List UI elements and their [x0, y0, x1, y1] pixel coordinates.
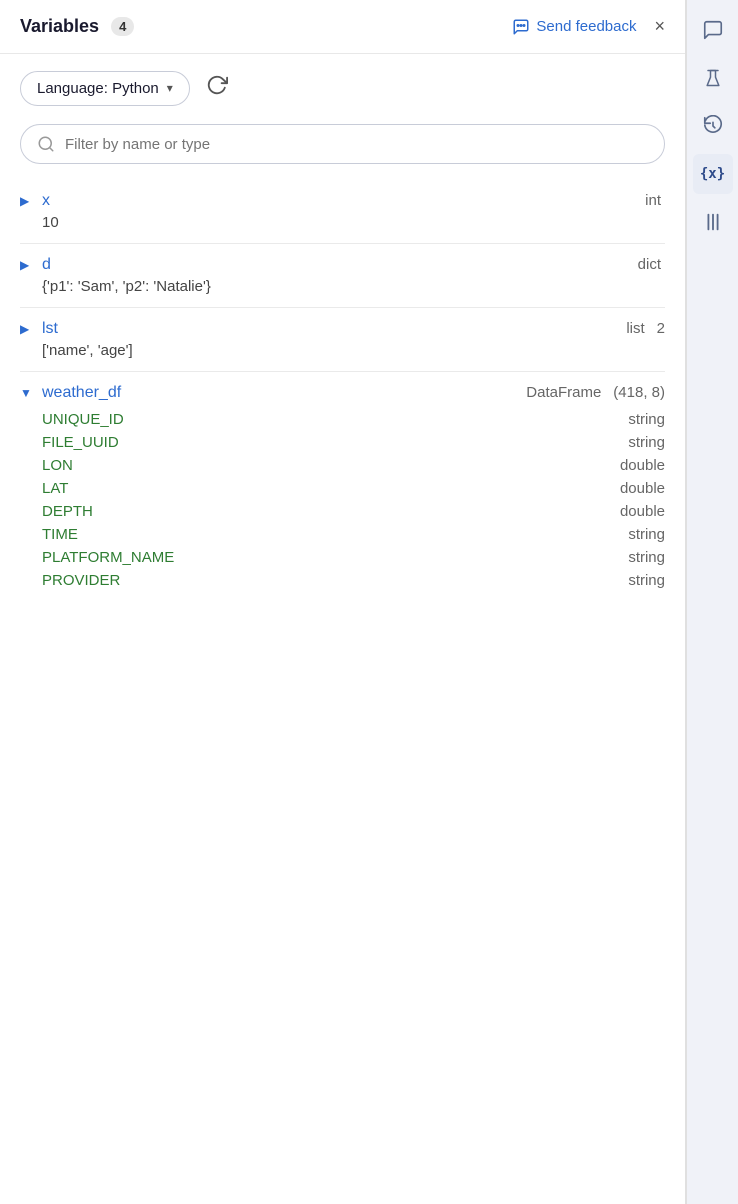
df-col-row-file-uuid: FILE_UUID string [42, 431, 665, 454]
variable-header-lst: ▶ lst list 2 [20, 310, 665, 340]
refresh-icon [206, 74, 228, 96]
header: Variables 4 Send feedback × [0, 0, 685, 54]
search-icon [37, 135, 55, 153]
send-feedback-button[interactable]: Send feedback [512, 18, 636, 36]
df-columns: UNIQUE_ID string FILE_UUID string LON do… [20, 404, 665, 600]
df-col-name-platform-name: PLATFORM_NAME [42, 549, 174, 566]
close-button[interactable]: × [654, 16, 665, 37]
expand-icon-weather-df[interactable]: ▼ [20, 386, 34, 400]
df-col-name-lat: LAT [42, 480, 68, 497]
df-col-name-lon: LON [42, 457, 73, 474]
variable-item-x: ▶ x int 10 [20, 182, 665, 239]
sidebar-icon-flask[interactable] [693, 58, 733, 98]
var-name-x[interactable]: x [42, 192, 637, 210]
variables-list: ▶ x int 10 ▶ d dict {'p1': 'Sam', 'p2': … [0, 174, 685, 1204]
chevron-down-icon: ▾ [167, 81, 173, 95]
df-col-row-lon: LON double [42, 454, 665, 477]
df-col-row-lat: LAT double [42, 477, 665, 500]
var-value-lst: ['name', 'age'] [20, 340, 665, 367]
df-col-name-depth: DEPTH [42, 503, 93, 520]
sidebar-icon-chart[interactable] [693, 202, 733, 242]
df-col-type-lon: double [620, 457, 665, 474]
language-selector[interactable]: Language: Python ▾ [20, 71, 190, 106]
var-extra-weather-df: (418, 8) [613, 384, 665, 401]
chat-icon [702, 19, 724, 41]
var-value-x: 10 [20, 212, 665, 239]
df-col-type-depth: double [620, 503, 665, 520]
expand-icon-d[interactable]: ▶ [20, 258, 34, 272]
var-extra-lst: 2 [657, 320, 665, 337]
df-col-name-provider: PROVIDER [42, 572, 120, 589]
variable-item-weather-df: ▼ weather_df DataFrame (418, 8) UNIQUE_I… [20, 374, 665, 600]
flask-icon [703, 67, 723, 89]
divider-3 [20, 371, 665, 372]
df-col-type-platform-name: string [628, 549, 665, 566]
refresh-button[interactable] [202, 70, 232, 106]
df-col-type-provider: string [628, 572, 665, 589]
df-col-row-provider: PROVIDER string [42, 569, 665, 592]
df-col-type-file-uuid: string [628, 434, 665, 451]
main-panel: Variables 4 Send feedback × Language: Py… [0, 0, 686, 1204]
variable-item-d: ▶ d dict {'p1': 'Sam', 'p2': 'Natalie'} [20, 246, 665, 303]
var-type-lst: list [626, 320, 644, 337]
expand-icon-lst[interactable]: ▶ [20, 322, 34, 336]
sidebar-icon-history[interactable] [693, 106, 733, 146]
var-type-x: int [645, 192, 661, 209]
df-col-name-unique-id: UNIQUE_ID [42, 411, 124, 428]
var-type-d: dict [638, 256, 661, 273]
df-col-row-depth: DEPTH double [42, 500, 665, 523]
df-col-type-lat: double [620, 480, 665, 497]
divider-1 [20, 243, 665, 244]
chart-icon [702, 211, 724, 233]
sidebar: {x} [686, 0, 738, 1204]
var-name-d[interactable]: d [42, 256, 630, 274]
var-name-lst[interactable]: lst [42, 320, 618, 338]
language-label: Language: Python [37, 80, 159, 97]
divider-2 [20, 307, 665, 308]
df-col-type-time: string [628, 526, 665, 543]
df-col-row-unique-id: UNIQUE_ID string [42, 408, 665, 431]
df-col-name-file-uuid: FILE_UUID [42, 434, 119, 451]
df-col-row-platform-name: PLATFORM_NAME string [42, 546, 665, 569]
feedback-icon [512, 18, 530, 36]
df-col-type-unique-id: string [628, 411, 665, 428]
send-feedback-label: Send feedback [536, 18, 636, 35]
var-value-d: {'p1': 'Sam', 'p2': 'Natalie'} [20, 276, 665, 303]
variable-count-badge: 4 [111, 17, 134, 36]
variables-icon: {x} [700, 166, 725, 182]
sidebar-icon-chat[interactable] [693, 10, 733, 50]
search-bar [20, 124, 665, 164]
variable-item-lst: ▶ lst list 2 ['name', 'age'] [20, 310, 665, 367]
df-col-row-time: TIME string [42, 523, 665, 546]
variable-header-weather-df: ▼ weather_df DataFrame (418, 8) [20, 374, 665, 404]
var-name-weather-df[interactable]: weather_df [42, 384, 518, 402]
panel-title: Variables [20, 16, 99, 37]
toolbar: Language: Python ▾ [0, 54, 685, 114]
df-col-name-time: TIME [42, 526, 78, 543]
search-input[interactable] [65, 136, 648, 153]
search-bar-wrapper [0, 114, 685, 174]
variable-header-d: ▶ d dict [20, 246, 665, 276]
expand-icon-x[interactable]: ▶ [20, 194, 34, 208]
sidebar-icon-variables[interactable]: {x} [693, 154, 733, 194]
variable-header-x: ▶ x int [20, 182, 665, 212]
history-icon [702, 115, 724, 137]
var-type-weather-df: DataFrame [526, 384, 601, 401]
